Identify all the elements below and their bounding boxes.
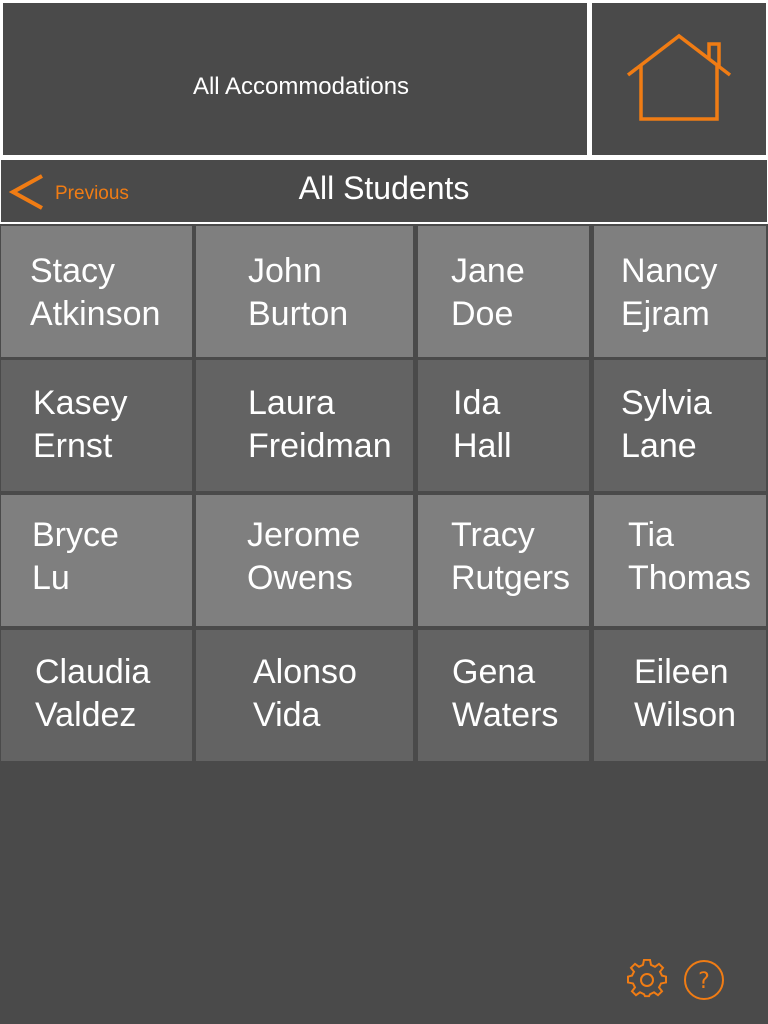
student-card[interactable]: Jerome Owens: [196, 495, 413, 626]
student-first-name: Alonso: [253, 653, 357, 691]
student-card[interactable]: Tia Thomas: [594, 495, 766, 626]
student-last-name: Lane: [621, 427, 697, 465]
student-first-name: Laura: [248, 384, 335, 422]
student-first-name: Sylvia: [621, 384, 712, 422]
student-last-name: Ernst: [33, 427, 113, 465]
student-first-name: Stacy: [30, 252, 116, 290]
student-first-name: Bryce: [32, 516, 119, 554]
student-last-name: Freidman: [248, 427, 392, 465]
student-card[interactable]: Alonso Vida: [196, 630, 413, 761]
student-card[interactable]: Laura Freidman: [196, 360, 413, 491]
student-first-name: Ida: [453, 384, 501, 422]
student-card[interactable]: Tracy Rutgers: [418, 495, 589, 626]
student-card[interactable]: Claudia Valdez: [1, 630, 192, 761]
student-last-name: Burton: [248, 295, 349, 333]
student-last-name: Doe: [451, 295, 514, 333]
student-first-name: Tracy: [451, 516, 535, 554]
student-card[interactable]: John Burton: [196, 226, 413, 357]
help-button[interactable]: ?: [683, 959, 725, 1001]
svg-text:?: ?: [698, 969, 710, 994]
student-last-name: Rutgers: [451, 559, 571, 597]
page-title: All Accommodations: [192, 73, 410, 100]
student-last-name: Owens: [247, 559, 353, 597]
student-card[interactable]: Gena Waters: [418, 630, 589, 761]
section-title: All Students: [298, 170, 470, 206]
student-card[interactable]: Sylvia Lane: [594, 360, 766, 491]
student-last-name: Waters: [452, 696, 559, 734]
student-first-name: Kasey: [33, 384, 128, 422]
student-card[interactable]: Nancy Ejram: [594, 226, 766, 357]
student-card[interactable]: Ida Hall: [418, 360, 589, 491]
home-button[interactable]: [592, 3, 766, 155]
student-first-name: Jerome: [247, 516, 361, 554]
student-first-name: John: [248, 252, 322, 290]
student-first-name: Tia: [628, 516, 674, 554]
student-last-name: Valdez: [35, 696, 137, 734]
student-first-name: Gena: [452, 653, 536, 691]
student-card[interactable]: Stacy Atkinson: [1, 226, 192, 357]
footer-area: ?: [1, 763, 767, 1022]
student-last-name: Atkinson: [30, 295, 161, 333]
student-first-name: Jane: [451, 252, 525, 290]
student-last-name: Ejram: [621, 295, 710, 333]
student-first-name: Claudia: [35, 653, 151, 691]
student-last-name: Vida: [253, 696, 321, 734]
gear-icon: [627, 958, 667, 998]
student-card[interactable]: Kasey Ernst: [1, 360, 192, 491]
help-icon: ?: [684, 960, 724, 1000]
student-first-name: Nancy: [621, 252, 718, 290]
navigation-bar: Previous All Students: [1, 160, 767, 222]
student-last-name: Hall: [453, 427, 512, 465]
student-last-name: Lu: [32, 559, 70, 597]
student-last-name: Thomas: [628, 559, 751, 597]
settings-button[interactable]: [627, 958, 667, 999]
student-card[interactable]: Jane Doe: [418, 226, 589, 357]
student-card[interactable]: Bryce Lu: [1, 495, 192, 626]
student-last-name: Wilson: [634, 696, 737, 734]
student-first-name: Eileen: [634, 653, 729, 691]
header-title-panel: All Accommodations: [3, 3, 587, 155]
home-icon: [626, 33, 732, 121]
student-card[interactable]: Eileen Wilson: [594, 630, 766, 761]
